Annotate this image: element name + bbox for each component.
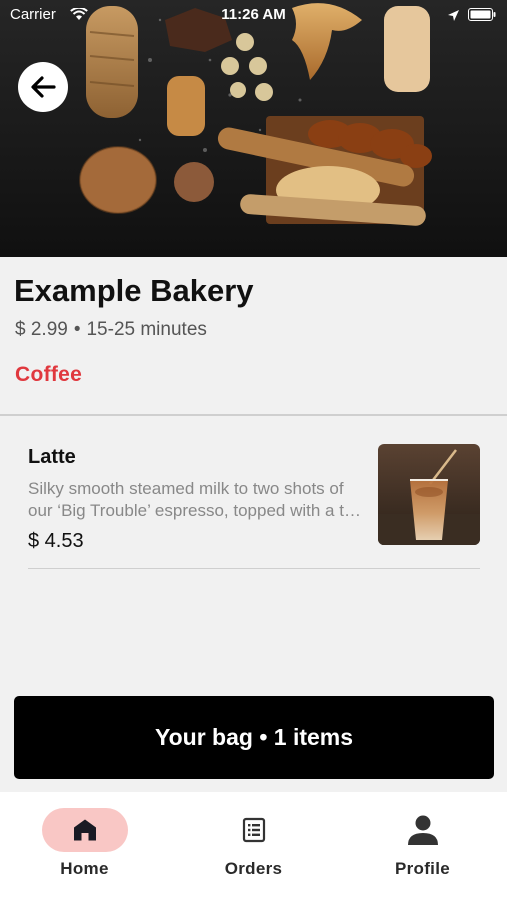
tab-icon-container — [211, 808, 297, 852]
bottom-navigation: Home Orders Profile — [0, 792, 507, 900]
tab-icon-container — [380, 808, 466, 852]
clock-time: 11:26 AM — [221, 6, 286, 23]
tab-label-orders: Orders — [224, 859, 283, 878]
tab-label-home: Home — [60, 859, 109, 878]
section-divider — [0, 414, 507, 416]
tab-profile[interactable]: Profile — [338, 792, 507, 900]
tab-orders[interactable]: Orders — [169, 792, 338, 900]
item-name: Latte — [28, 446, 76, 468]
location-arrow-icon — [448, 10, 459, 21]
person-icon — [407, 815, 438, 845]
item-description: Silky smooth steamed milk to two shots o… — [28, 479, 367, 520]
status-bar: Carrier 11:26 AM — [0, 0, 507, 30]
bakery-hero-image — [0, 0, 507, 257]
home-icon — [73, 819, 96, 841]
battery-icon — [468, 8, 496, 21]
item-photo — [378, 444, 480, 545]
delivery-time: 15-25 minutes — [86, 319, 207, 340]
store-meta: $ 2.99 • 15-25 minutes — [15, 319, 207, 341]
arrow-left-icon — [31, 76, 56, 98]
store-name: Example Bakery — [14, 273, 254, 308]
tab-home[interactable]: Home — [0, 792, 169, 900]
tab-label-profile: Profile — [394, 859, 450, 878]
latte-photo — [378, 444, 480, 545]
receipt-list-icon — [242, 817, 265, 843]
back-button[interactable] — [18, 62, 68, 112]
item-price: $ 4.53 — [28, 530, 84, 552]
menu-item-latte[interactable]: Latte Silky smooth steamed milk to two s… — [28, 430, 480, 570]
active-tab-indicator — [41, 808, 128, 852]
view-bag-button[interactable]: Your bag • 1 items — [14, 696, 494, 779]
hero-banner: Carrier 11:26 AM — [0, 0, 507, 257]
delivery-fee: $ 2.99 — [15, 319, 68, 340]
meta-separator: • — [73, 319, 81, 340]
store-info: Example Bakery $ 2.99 • 15-25 minutes Coff… — [0, 257, 507, 415]
category-heading: Coffee — [15, 363, 83, 386]
item-divider — [28, 568, 480, 569]
